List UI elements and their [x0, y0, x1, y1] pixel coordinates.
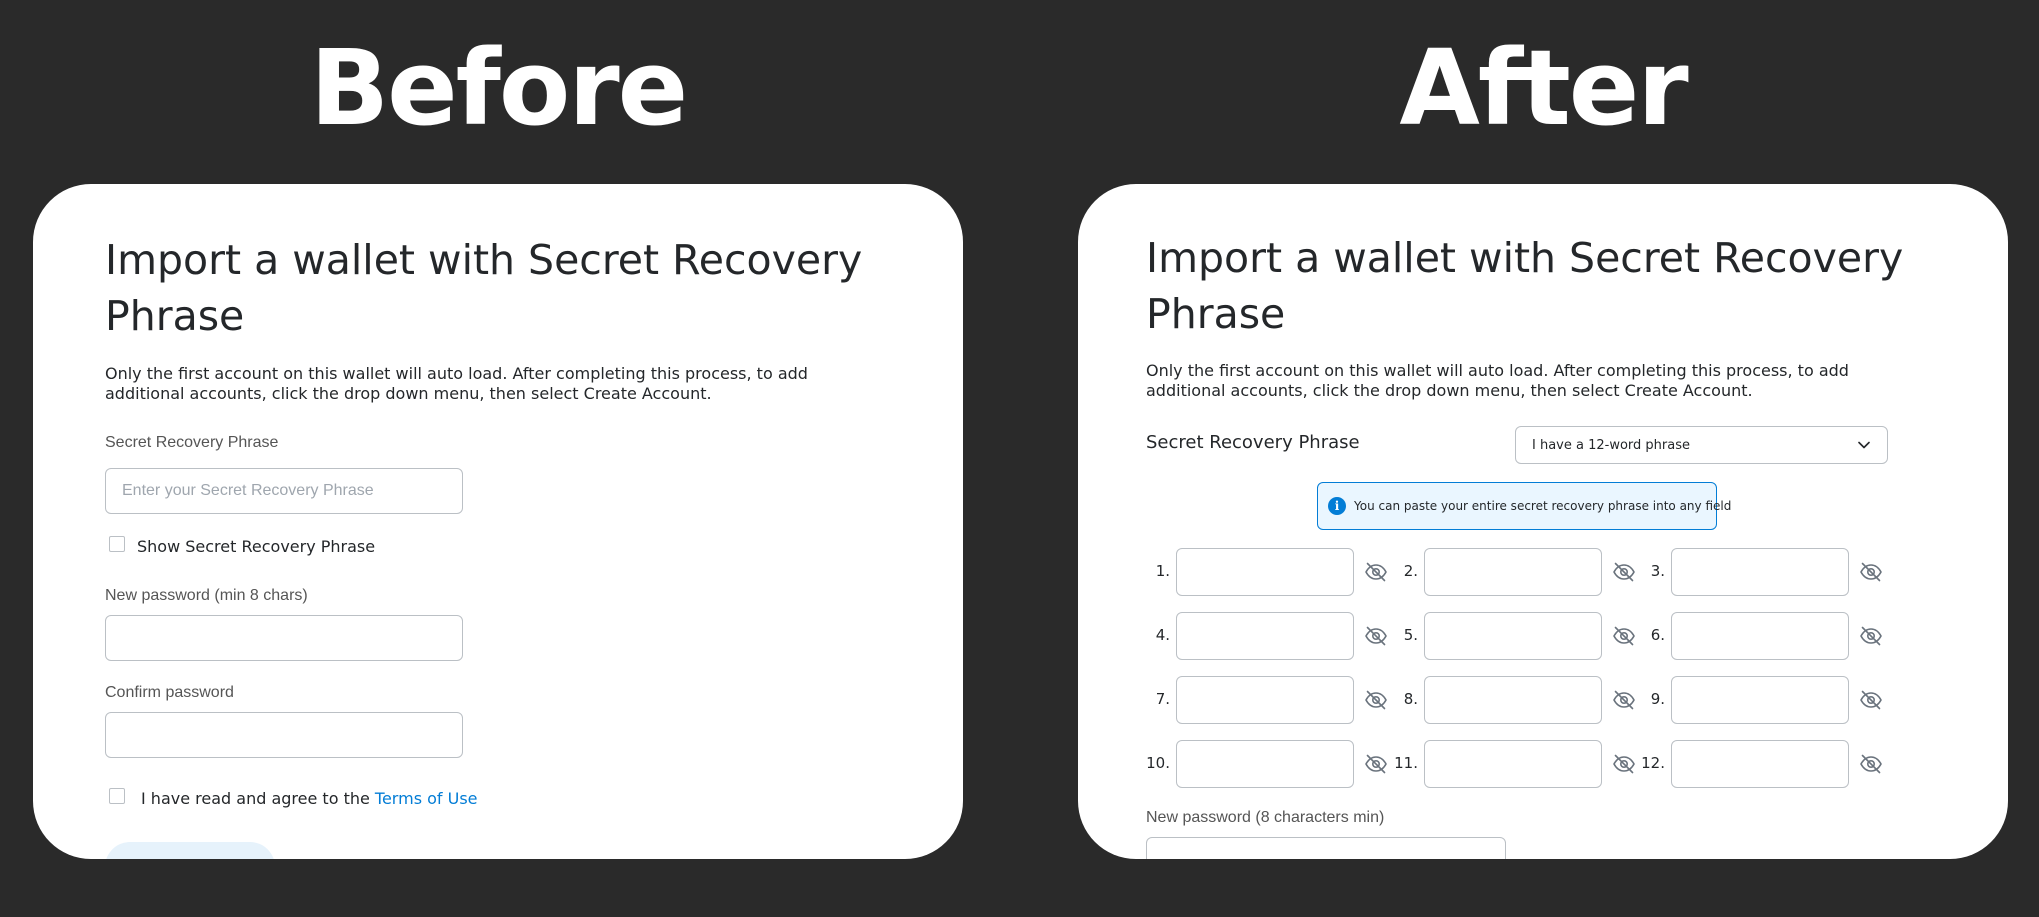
srp-word-number: 5. — [1403, 626, 1418, 644]
eye-slash-icon[interactable] — [1612, 560, 1636, 584]
terms-label: I have read and agree to the Terms of Us… — [141, 789, 478, 808]
info-icon: i — [1328, 497, 1346, 515]
eye-slash-icon[interactable] — [1859, 688, 1883, 712]
import-button[interactable] — [105, 842, 275, 859]
srp-word-input[interactable] — [1671, 548, 1849, 596]
srp-word-input[interactable] — [1176, 612, 1354, 660]
srp-word-cell: 7. — [1146, 676, 1388, 724]
eye-slash-icon[interactable] — [1364, 688, 1388, 712]
srp-word-cell: 3. — [1641, 548, 1883, 596]
srp-word-cell: 4. — [1146, 612, 1388, 660]
eye-slash-icon[interactable] — [1859, 624, 1883, 648]
srp-word-number: 10. — [1146, 754, 1170, 772]
srp-word-input[interactable] — [1176, 548, 1354, 596]
srp-word-input[interactable] — [1424, 548, 1602, 596]
srp-word-number: 2. — [1403, 562, 1418, 580]
srp-word-cell: 9. — [1641, 676, 1883, 724]
eye-slash-icon[interactable] — [1364, 560, 1388, 584]
page-description: Only the first account on this wallet wi… — [1146, 361, 1849, 400]
new-password-label: New password (8 characters min) — [1146, 809, 1385, 826]
page-title: Import a wallet with Secret Recovery Phr… — [105, 236, 863, 340]
paste-info-banner: i You can paste your entire secret recov… — [1317, 482, 1731, 530]
eye-slash-icon[interactable] — [1364, 624, 1388, 648]
eye-slash-icon[interactable] — [1612, 752, 1636, 776]
before-heading: Before — [309, 27, 688, 149]
srp-word-number: 9. — [1650, 690, 1665, 708]
srp-word-number: 12. — [1641, 754, 1665, 772]
srp-word-input[interactable] — [1176, 740, 1354, 788]
srp-word-cell: 8. — [1394, 676, 1636, 724]
show-srp-checkbox[interactable] — [109, 536, 125, 552]
page-description: Only the first account on this wallet wi… — [105, 364, 808, 403]
terms-of-use-link[interactable]: Terms of Use — [375, 789, 478, 808]
srp-word-cell: 11. — [1394, 740, 1636, 788]
srp-word-cell: 5. — [1394, 612, 1636, 660]
srp-word-cell: 1. — [1146, 548, 1388, 596]
new-password-label: New password (min 8 chars) — [105, 587, 308, 604]
dropdown-selected-value: I have a 12-word phrase — [1532, 437, 1690, 453]
srp-word-number: 6. — [1650, 626, 1665, 644]
eye-slash-icon[interactable] — [1612, 624, 1636, 648]
srp-word-input[interactable] — [1176, 676, 1354, 724]
eye-slash-icon[interactable] — [1612, 688, 1636, 712]
srp-word-input[interactable] — [1424, 676, 1602, 724]
srp-word-number: 1. — [1155, 562, 1170, 580]
new-password-input[interactable] — [105, 615, 463, 661]
srp-label: Secret Recovery Phrase — [105, 434, 279, 451]
srp-word-input[interactable] — [1671, 740, 1849, 788]
srp-word-cell: 12. — [1641, 740, 1883, 788]
after-heading: After — [1399, 27, 1688, 149]
srp-input[interactable] — [105, 468, 463, 514]
show-srp-label: Show Secret Recovery Phrase — [137, 537, 376, 556]
srp-word-number: 4. — [1155, 626, 1170, 644]
confirm-password-label: Confirm password — [105, 684, 234, 701]
srp-word-input[interactable] — [1424, 612, 1602, 660]
srp-word-number: 3. — [1650, 562, 1665, 580]
srp-label: Secret Recovery Phrase — [1146, 432, 1360, 453]
terms-prefix: I have read and agree to the — [141, 789, 375, 808]
eye-slash-icon[interactable] — [1859, 752, 1883, 776]
srp-word-cell: 2. — [1394, 548, 1636, 596]
srp-word-input[interactable] — [1671, 612, 1849, 660]
srp-word-input[interactable] — [1424, 740, 1602, 788]
srp-word-cell: 10. — [1146, 740, 1388, 788]
page-title: Import a wallet with Secret Recovery Phr… — [1146, 234, 1904, 338]
srp-word-number: 8. — [1403, 690, 1418, 708]
srp-word-cell: 6. — [1641, 612, 1883, 660]
confirm-password-input[interactable] — [105, 712, 463, 758]
srp-word-input[interactable] — [1671, 676, 1849, 724]
before-card: Import a wallet with Secret Recovery Phr… — [33, 184, 963, 859]
srp-word-number: 11. — [1394, 754, 1418, 772]
eye-slash-icon[interactable] — [1364, 752, 1388, 776]
after-card: Import a wallet with Secret Recovery Phr… — [1078, 184, 2008, 859]
phrase-length-dropdown[interactable]: I have a 12-word phrase — [1515, 426, 1888, 464]
info-banner-text: You can paste your entire secret recover… — [1354, 499, 1732, 513]
new-password-input[interactable] — [1146, 837, 1506, 859]
terms-checkbox[interactable] — [109, 788, 125, 804]
eye-slash-icon[interactable] — [1859, 560, 1883, 584]
srp-word-number: 7. — [1155, 690, 1170, 708]
chevron-down-icon — [1857, 438, 1871, 452]
